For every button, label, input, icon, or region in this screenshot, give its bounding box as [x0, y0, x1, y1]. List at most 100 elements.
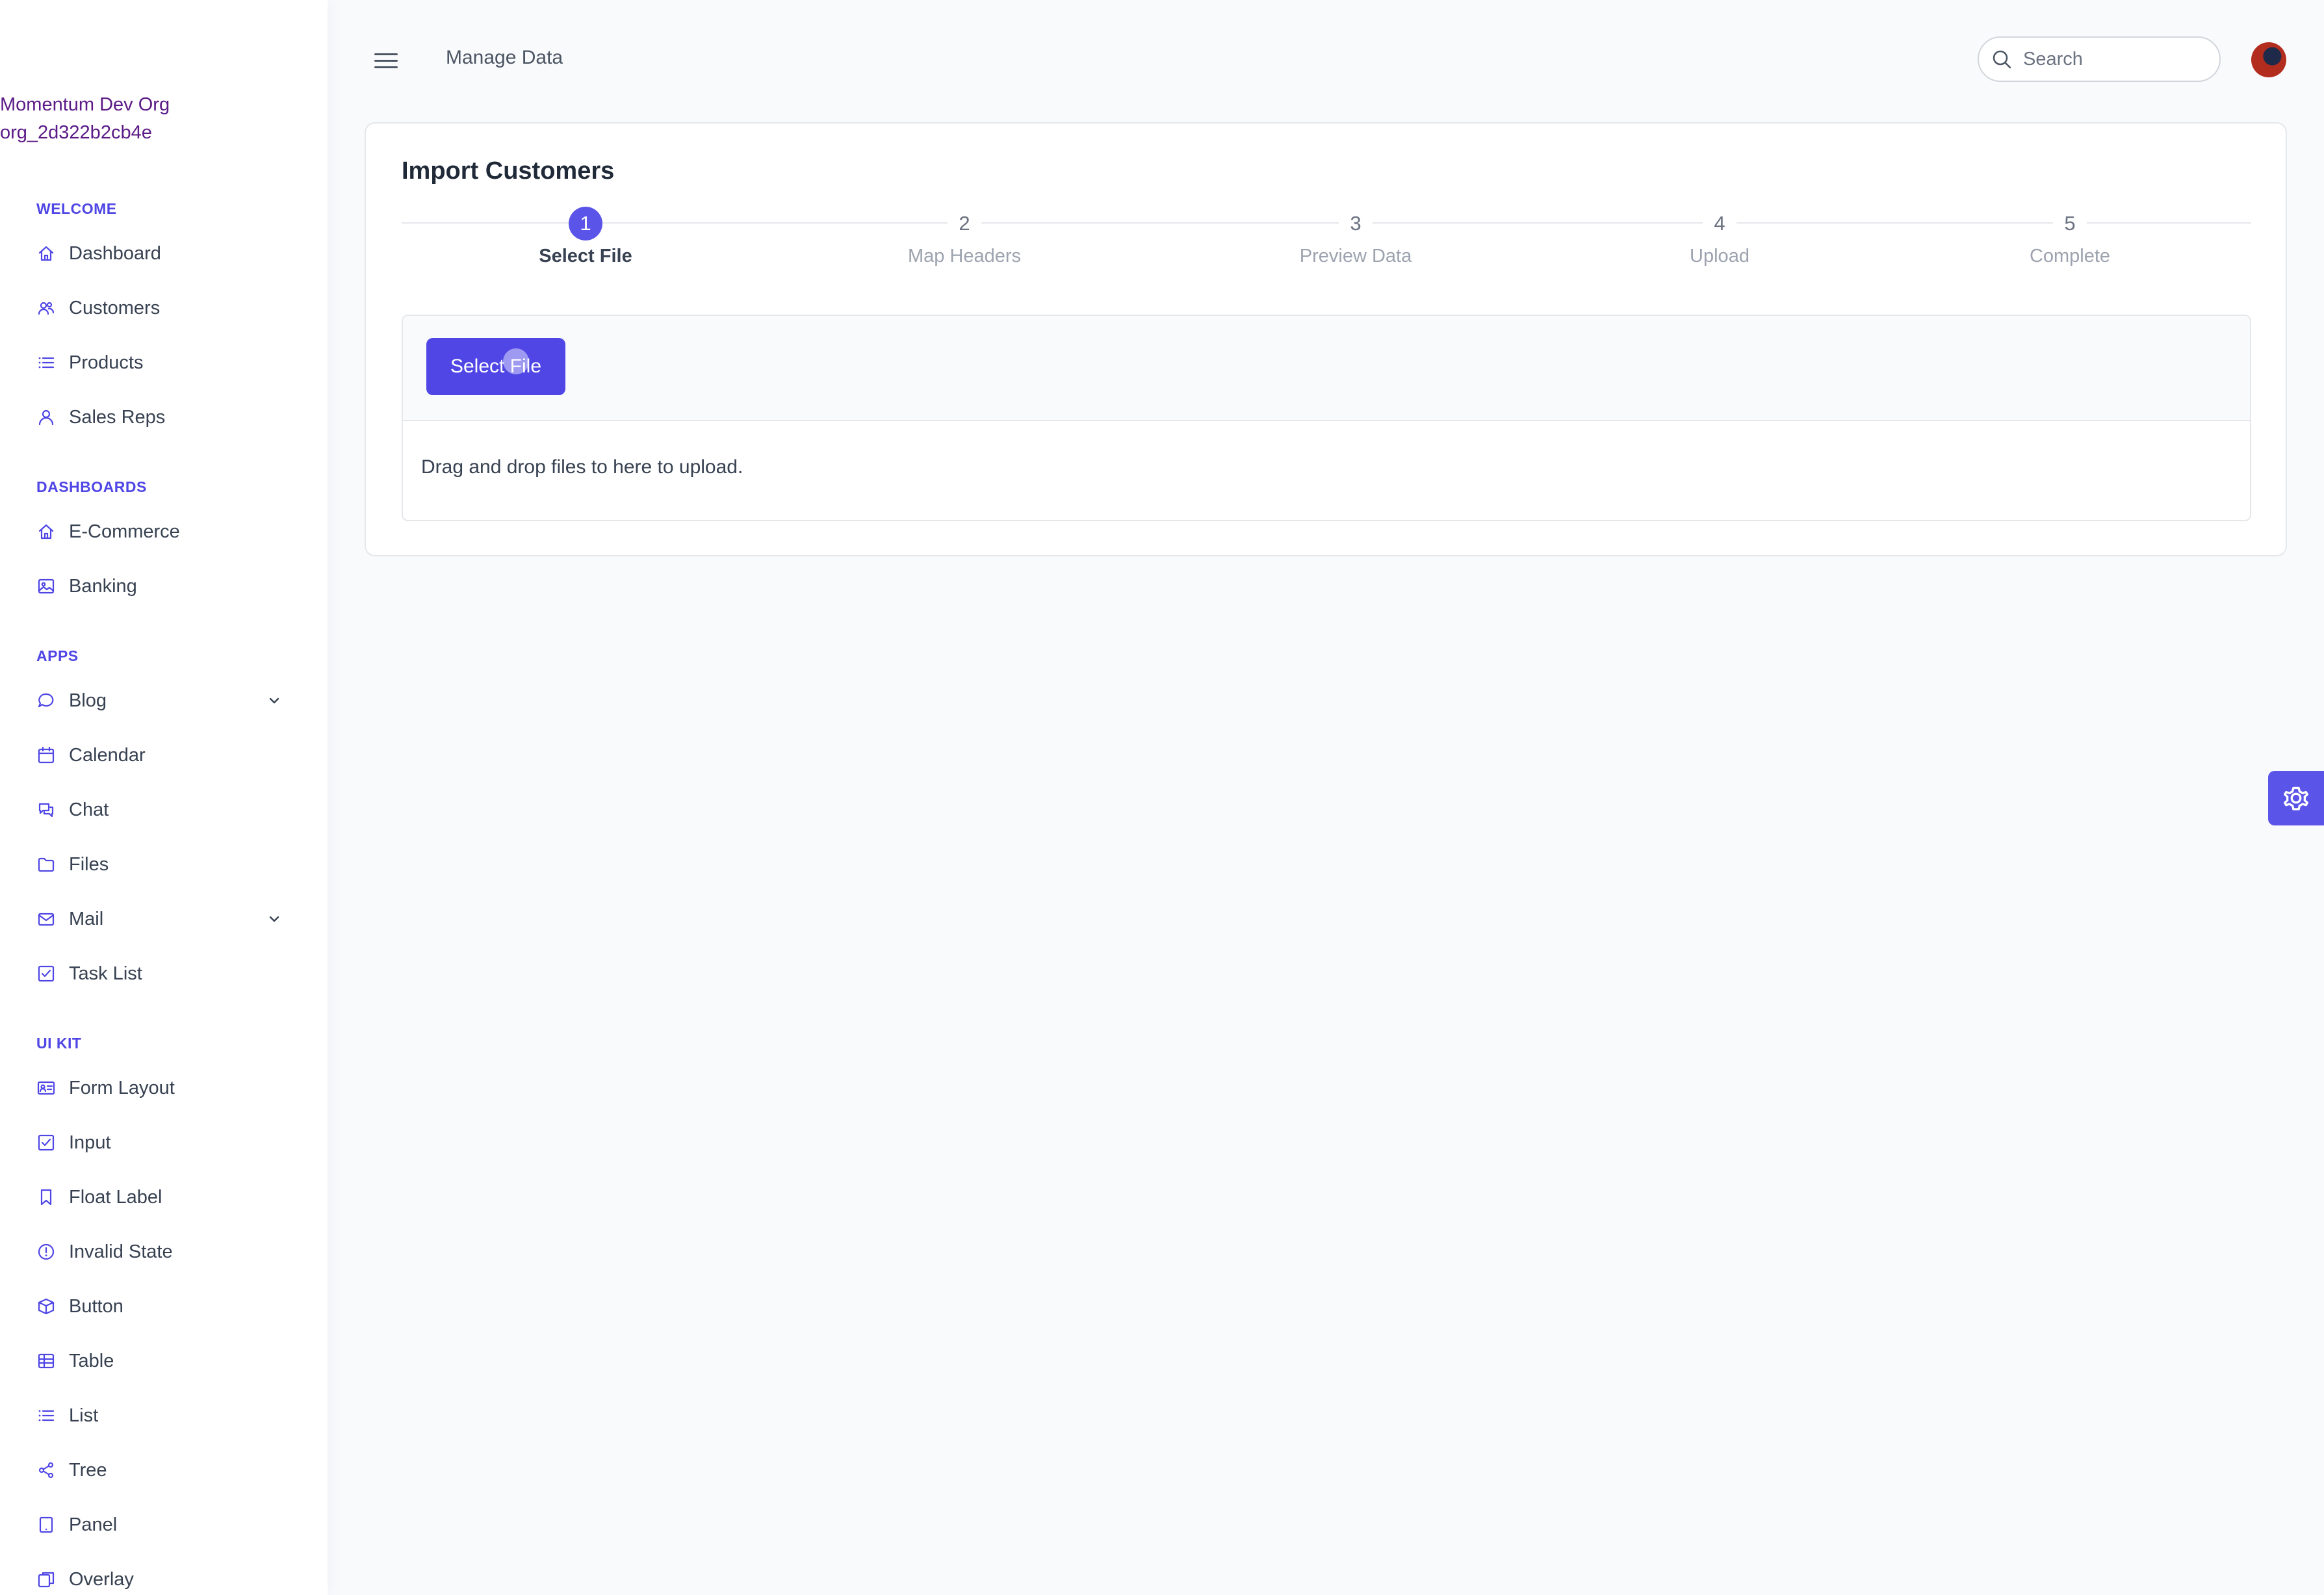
sidebar-item-products[interactable]: Products	[36, 344, 296, 381]
user-icon	[36, 408, 56, 427]
sidebar-item-table[interactable]: Table	[36, 1343, 296, 1379]
users-icon	[36, 298, 56, 318]
page-title: Manage Data	[446, 47, 563, 68]
section-title-welcome: WELCOME	[36, 200, 117, 217]
id-card-icon	[36, 1078, 56, 1098]
envelope-icon	[36, 909, 56, 929]
step-label: Map Headers	[907, 246, 1022, 266]
calendar-icon	[36, 746, 56, 765]
step-label: Preview Data	[1299, 246, 1412, 266]
chat-icon	[36, 800, 56, 820]
sidebar-item-float-label[interactable]: Float Label	[36, 1179, 296, 1215]
sidebar-item-label: Customers	[69, 297, 161, 318]
sidebar-item-label: Button	[69, 1295, 123, 1317]
sidebar-item-label: Calendar	[69, 744, 146, 766]
sidebar-item-label: Chat	[69, 799, 109, 820]
search-box[interactable]	[1978, 36, 2221, 82]
sidebar-item-label: Files	[69, 853, 109, 875]
sidebar: Momentum Dev Org org_2d322b2cb4e WELCOME…	[0, 0, 328, 1595]
comment-icon	[36, 691, 56, 710]
step-map-headers: 2 Map Headers	[834, 207, 1094, 267]
sidebar-item-label: Table	[69, 1350, 114, 1371]
home-icon	[36, 244, 56, 263]
drop-zone-text: Drag and drop files to here to upload.	[421, 456, 743, 478]
step-number: 2	[948, 207, 981, 240]
avatar[interactable]	[2251, 42, 2286, 77]
select-file-button[interactable]: Select File	[426, 338, 565, 395]
step-number: 3	[1339, 207, 1373, 240]
check-square-icon	[36, 964, 56, 983]
step-upload: 4 Upload	[1590, 207, 1850, 267]
sidebar-item-panel[interactable]: Panel	[36, 1507, 296, 1543]
list-icon	[36, 1406, 56, 1425]
sidebar-item-mail[interactable]: Mail	[36, 901, 296, 937]
sidebar-item-banking[interactable]: Banking	[36, 568, 296, 604]
share-icon	[36, 1460, 56, 1480]
sidebar-item-label: List	[69, 1405, 99, 1426]
image-icon	[36, 577, 56, 596]
home-icon	[36, 522, 56, 541]
org-id: org_2d322b2cb4e	[0, 122, 152, 143]
chevron-down-icon	[265, 910, 283, 928]
sidebar-item-customers[interactable]: Customers	[36, 290, 296, 326]
sidebar-item-label: Overlay	[69, 1568, 134, 1590]
chevron-down-icon	[265, 692, 283, 710]
sidebar-item-tree[interactable]: Tree	[36, 1452, 296, 1488]
sidebar-item-chat[interactable]: Chat	[36, 792, 296, 828]
sidebar-item-task-list[interactable]: Task List	[36, 955, 296, 992]
org-info: Momentum Dev Org org_2d322b2cb4e	[0, 91, 170, 147]
sidebar-item-button[interactable]: Button	[36, 1288, 296, 1325]
list-icon	[36, 353, 56, 372]
file-upload: Select File Drag and drop files to here …	[402, 315, 2251, 521]
sidebar-item-sales-reps[interactable]: Sales Reps	[36, 399, 296, 435]
upload-toolbar: Select File	[403, 316, 2250, 421]
sidebar-item-label: Invalid State	[69, 1241, 173, 1262]
check-square-icon	[36, 1133, 56, 1152]
sidebar-item-label: Blog	[69, 690, 107, 711]
sidebar-item-label: Dashboard	[69, 242, 161, 264]
step-number: 4	[1703, 207, 1737, 240]
sidebar-item-label: Mail	[69, 908, 104, 929]
menu-toggle-button[interactable]	[373, 48, 399, 74]
sidebar-item-label: Products	[69, 352, 144, 373]
sidebar-item-blog[interactable]: Blog	[36, 682, 296, 719]
sidebar-item-list[interactable]: List	[36, 1397, 296, 1434]
org-name: Momentum Dev Org	[0, 94, 170, 115]
sidebar-item-label: Input	[69, 1132, 111, 1153]
settings-button[interactable]	[2268, 771, 2324, 825]
step-number: 1	[569, 207, 602, 240]
step-label: Select File	[539, 246, 632, 266]
card-title: Import Customers	[402, 157, 615, 185]
section-title-ui-kit: UI KIT	[36, 1035, 82, 1052]
sidebar-item-label: Float Label	[69, 1186, 162, 1208]
sidebar-item-calendar[interactable]: Calendar	[36, 737, 296, 773]
sidebar-item-files[interactable]: Files	[36, 846, 296, 883]
sidebar-item-label: E-Commerce	[69, 521, 180, 542]
table-icon	[36, 1351, 56, 1371]
sidebar-item-label: Task List	[69, 963, 142, 984]
step-complete: 5 Complete	[1940, 207, 2200, 267]
sidebar-item-form-layout[interactable]: Form Layout	[36, 1070, 296, 1106]
sidebar-item-invalid-state[interactable]: Invalid State	[36, 1234, 296, 1270]
sidebar-item-e-commerce[interactable]: E-Commerce	[36, 513, 296, 550]
box-icon	[36, 1297, 56, 1316]
hamburger-icon	[374, 53, 398, 68]
clone-icon	[36, 1570, 56, 1589]
sidebar-item-label: Sales Reps	[69, 406, 166, 428]
search-icon	[1993, 50, 2011, 69]
step-select-file: 1 Select File	[456, 207, 716, 267]
step-label: Complete	[2029, 246, 2111, 266]
sidebar-item-input[interactable]: Input	[36, 1124, 296, 1161]
step-number: 5	[2053, 207, 2087, 240]
import-card: Import Customers 1 Select File 2 Map Header…	[365, 122, 2287, 556]
sidebar-item-overlay[interactable]: Overlay	[36, 1561, 296, 1595]
sidebar-item-label: Tree	[69, 1459, 107, 1481]
search-input[interactable]	[2022, 47, 2206, 71]
exclamation-circle-icon	[36, 1242, 56, 1262]
sidebar-item-dashboard[interactable]: Dashboard	[36, 235, 296, 272]
folder-icon	[36, 855, 56, 874]
step-label: Upload	[1690, 246, 1749, 266]
sidebar-item-label: Form Layout	[69, 1077, 175, 1098]
bookmark-icon	[36, 1187, 56, 1207]
step-preview-data: 3 Preview Data	[1226, 207, 1486, 267]
